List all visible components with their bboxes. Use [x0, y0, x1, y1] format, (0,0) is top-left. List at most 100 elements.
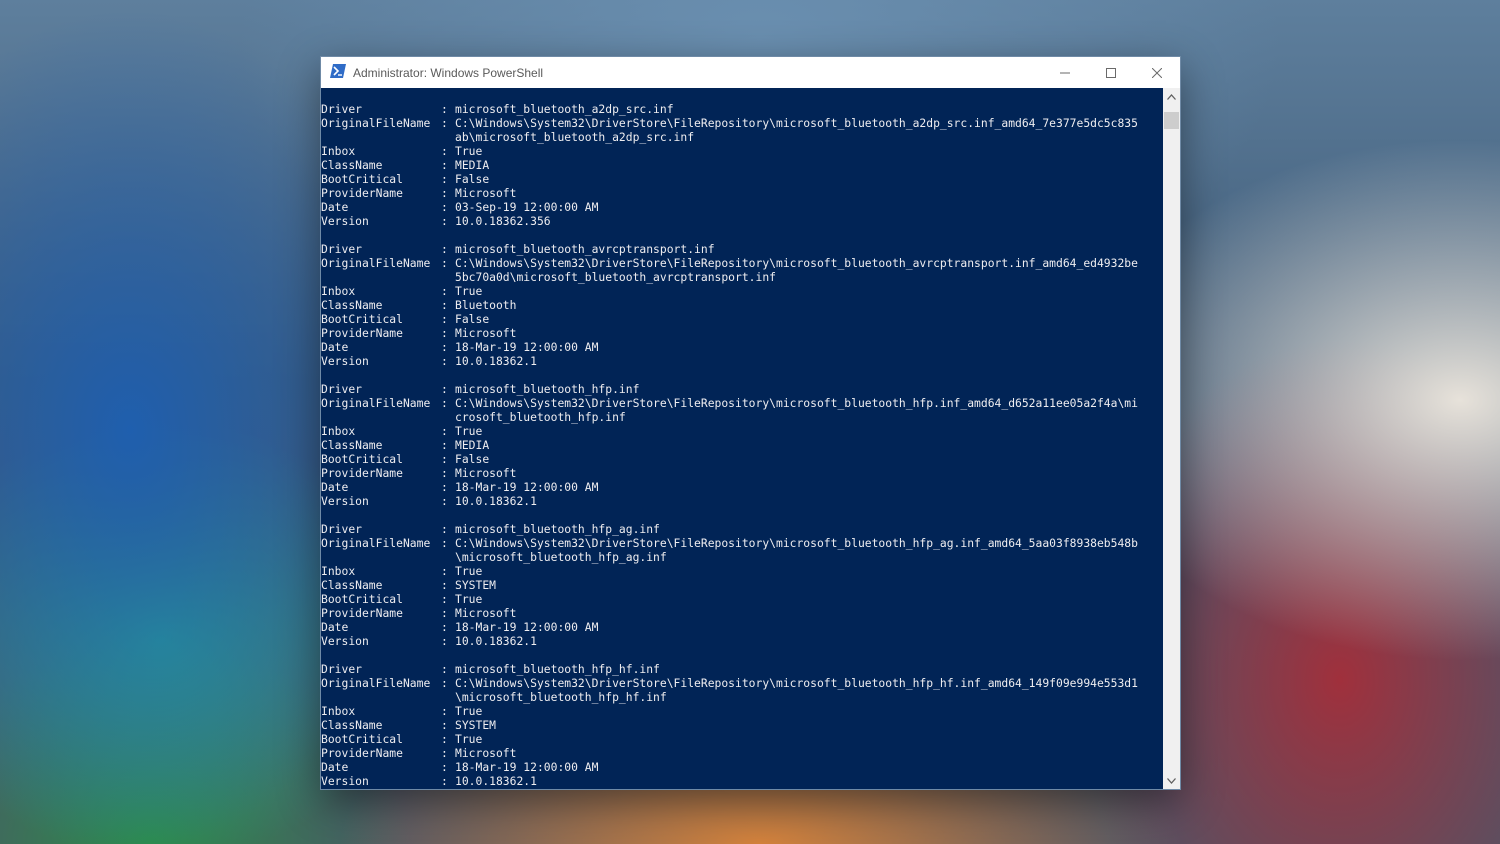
property-name: ProviderName — [321, 186, 403, 200]
property-value: MEDIA — [455, 158, 490, 172]
property-separator: : — [441, 480, 448, 494]
property-row: Driver: microsoft_bluetooth_hfp_ag.inf — [321, 522, 1163, 536]
property-separator: : — [441, 158, 448, 172]
property-separator: : — [441, 564, 448, 578]
property-value: True — [455, 732, 483, 746]
property-name: Version — [321, 214, 369, 228]
property-row: Inbox: True — [321, 424, 1163, 438]
property-row: ClassName: SYSTEM — [321, 718, 1163, 732]
property-separator: : — [441, 438, 448, 452]
property-row: Version:10.0.18362.1 — [321, 354, 1163, 368]
close-icon — [1152, 67, 1162, 78]
property-separator: : — [441, 396, 448, 410]
property-value: 10.0.18362.1 — [455, 354, 537, 368]
property-name: ClassName — [321, 438, 383, 452]
property-separator: : — [441, 298, 448, 312]
property-row: Date:18-Mar-19 12:00:00 AM — [321, 340, 1163, 354]
property-value: SYSTEM — [455, 718, 496, 732]
property-value: 18-Mar-19 12:00:00 AM — [455, 340, 599, 354]
property-name: ProviderName — [321, 606, 403, 620]
powershell-icon — [321, 63, 353, 82]
property-row: Driver: microsoft_bluetooth_avrcptranspor… — [321, 242, 1163, 256]
property-name: Inbox — [321, 284, 356, 298]
property-value: C:\Windows\System32\DriverStore\FileRepo… — [455, 116, 1138, 130]
scroll-up-button[interactable] — [1163, 88, 1180, 105]
property-row: Driver: microsoft_bluetooth_a2dp_src.inf — [321, 102, 1163, 116]
title-bar[interactable]: Administrator: Windows PowerShell — [321, 57, 1180, 88]
property-row: ProviderName: Microsoft — [321, 186, 1163, 200]
property-name: ClassName — [321, 298, 383, 312]
driver-entry: Driver: microsoft_bluetooth_hfp_hf.inf Ori… — [321, 662, 1163, 788]
property-row: ProviderName: Microsoft — [321, 466, 1163, 480]
property-value: microsoft_bluetooth_hfp_ag.inf — [455, 522, 660, 536]
property-separator: : — [441, 186, 448, 200]
property-value: 18-Mar-19 12:00:00 AM — [455, 480, 599, 494]
minimize-icon — [1060, 72, 1070, 73]
property-value: True — [455, 424, 483, 438]
property-separator: : — [441, 452, 448, 466]
property-row: OriginalFileName: C:\Windows\System32\Dri… — [321, 396, 1163, 410]
property-name: Inbox — [321, 424, 356, 438]
property-separator: : — [441, 466, 448, 480]
driver-entry: Driver: microsoft_bluetooth_hfp.inf Origin… — [321, 382, 1163, 508]
property-separator: : — [441, 354, 448, 368]
close-button[interactable] — [1134, 57, 1180, 88]
property-separator: : — [441, 214, 448, 228]
property-name: Version — [321, 494, 369, 508]
property-separator: : — [441, 704, 448, 718]
scrollbar-thumb[interactable] — [1164, 112, 1179, 129]
property-value: Microsoft — [455, 186, 517, 200]
powershell-window: Administrator: Windows PowerShell Driver… — [321, 57, 1180, 789]
property-value-continuation: 5bc70a0d\microsoft_bluetooth_avrcptransp… — [455, 270, 776, 284]
property-row: Inbox: True — [321, 144, 1163, 158]
property-row: BootCritical: True — [321, 592, 1163, 606]
property-separator: : — [441, 634, 448, 648]
console-output[interactable]: Driver: microsoft_bluetooth_a2dp_src.inf O… — [321, 88, 1163, 789]
property-row: Version:10.0.18362.356 — [321, 214, 1163, 228]
property-row: BootCritical: False — [321, 452, 1163, 466]
property-row: Version:10.0.18362.1 — [321, 774, 1163, 788]
property-value: 18-Mar-19 12:00:00 AM — [455, 620, 599, 634]
property-value-continuation: \microsoft_bluetooth_hfp_hf.inf — [455, 690, 667, 704]
property-row: BootCritical: False — [321, 312, 1163, 326]
property-separator: : — [441, 242, 448, 256]
property-name: Inbox — [321, 144, 356, 158]
property-name: Driver — [321, 662, 362, 676]
property-value: 03-Sep-19 12:00:00 AM — [455, 200, 599, 214]
property-row: BootCritical: False — [321, 172, 1163, 186]
property-row: Inbox: True — [321, 564, 1163, 578]
property-name: Inbox — [321, 564, 356, 578]
property-separator: : — [441, 382, 448, 396]
property-row: Inbox: True — [321, 704, 1163, 718]
property-value: SYSTEM — [455, 578, 496, 592]
property-separator: : — [441, 340, 448, 354]
property-name: BootCritical — [321, 732, 403, 746]
property-name: OriginalFileName — [321, 256, 431, 270]
property-value: Microsoft — [455, 466, 517, 480]
property-name: OriginalFileName — [321, 396, 431, 410]
property-name: ProviderName — [321, 746, 403, 760]
property-value: 10.0.18362.356 — [455, 214, 551, 228]
property-name: ClassName — [321, 578, 383, 592]
property-separator: : — [441, 144, 448, 158]
property-row: BootCritical: True — [321, 732, 1163, 746]
property-separator: : — [441, 536, 448, 550]
vertical-scrollbar[interactable] — [1163, 88, 1180, 789]
window-title: Administrator: Windows PowerShell — [353, 65, 544, 80]
property-value: Microsoft — [455, 606, 517, 620]
minimize-button[interactable] — [1042, 57, 1088, 88]
property-separator: : — [441, 326, 448, 340]
property-name: Version — [321, 634, 369, 648]
property-value: True — [455, 564, 483, 578]
property-value: C:\Windows\System32\DriverStore\FileRepo… — [455, 396, 1138, 410]
scroll-down-button[interactable] — [1163, 772, 1180, 789]
property-row: Date:18-Mar-19 12:00:00 AM — [321, 620, 1163, 634]
maximize-button[interactable] — [1088, 57, 1134, 88]
property-name: ClassName — [321, 718, 383, 732]
maximize-icon — [1106, 67, 1116, 78]
property-value: 10.0.18362.1 — [455, 774, 537, 788]
property-value: C:\Windows\System32\DriverStore\FileRepo… — [455, 256, 1138, 270]
property-separator: : — [441, 578, 448, 592]
property-value: True — [455, 144, 483, 158]
property-separator: : — [441, 494, 448, 508]
